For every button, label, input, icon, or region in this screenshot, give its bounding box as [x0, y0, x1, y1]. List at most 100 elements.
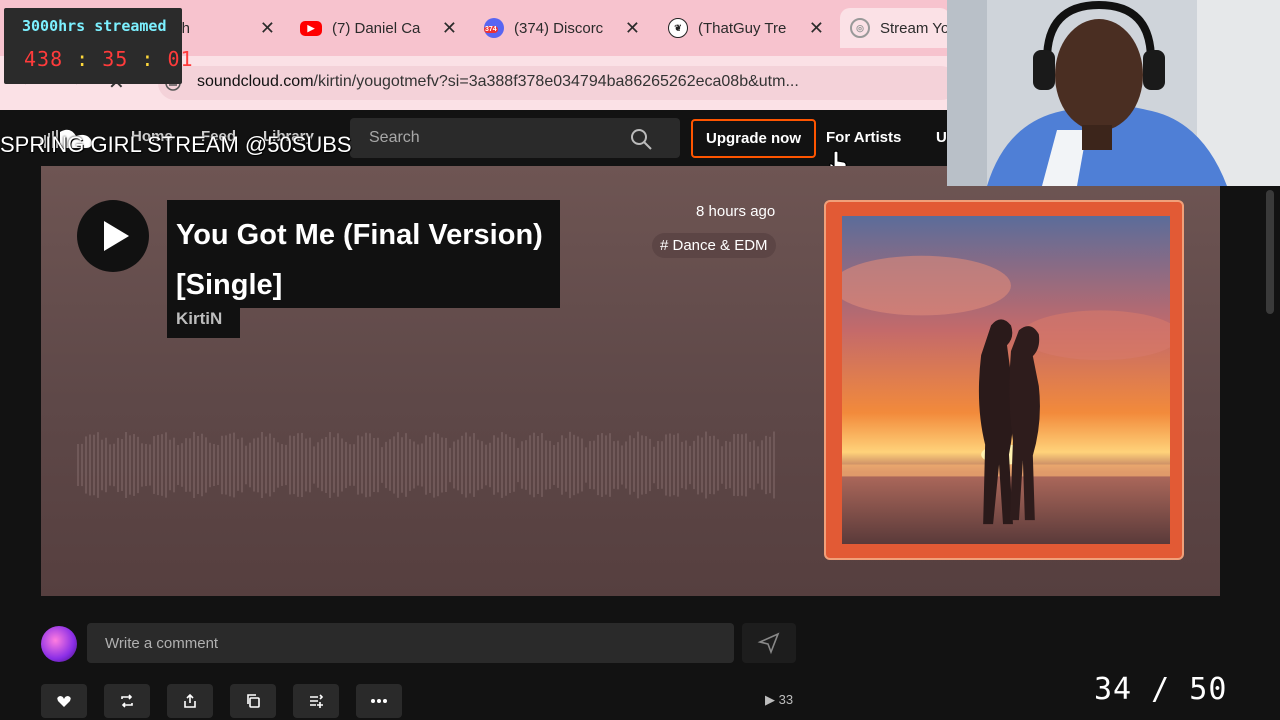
waveform-bar [525, 440, 527, 490]
waveform-bar [177, 445, 179, 485]
waveform-bar [329, 432, 331, 498]
sub-goal-progress: 34 / 50 [1094, 672, 1228, 707]
close-icon[interactable]: ✕ [625, 18, 640, 39]
waveform-bar [681, 441, 683, 489]
waveform-bar [401, 437, 403, 493]
waveform-bar [409, 439, 411, 491]
waveform-bar [405, 433, 407, 497]
waveform-bar [585, 447, 587, 483]
waveform-bar [533, 432, 535, 498]
tab-discord[interactable]: 374 (374) Discorc ✕ [484, 8, 640, 48]
waveform-bar [113, 443, 115, 487]
waveform-bar [693, 440, 695, 490]
upgrade-button[interactable]: Upgrade now [691, 119, 816, 158]
waveform-bar [617, 440, 619, 490]
waveform-bar [557, 442, 559, 488]
waveform-bar [161, 434, 163, 496]
tab-thatguy[interactable]: ❦ (ThatGuy Tre ✕ [668, 8, 824, 48]
waveform-bar [233, 432, 235, 498]
waveform-bar [109, 444, 111, 486]
scrollbar[interactable] [1266, 190, 1274, 314]
copy-icon [247, 694, 260, 708]
waveform-bar [421, 443, 423, 487]
timer-title: 3000hrs streamed [22, 17, 167, 35]
stream-title-overlay: SPRING GIRL STREAM @50SUBS [0, 132, 352, 157]
close-icon[interactable]: ✕ [260, 18, 275, 39]
waveform-bar [97, 432, 99, 498]
waveform-bar [753, 440, 755, 490]
add-to-playlist-button[interactable] [293, 684, 339, 718]
waveform-bar [149, 444, 151, 486]
waveform-bar [493, 435, 495, 495]
waveform-bar [625, 441, 627, 489]
waveform-bar [225, 435, 227, 495]
waveform-bar [413, 441, 415, 489]
repost-icon [121, 694, 133, 708]
like-button[interactable] [41, 684, 87, 718]
waveform-bar [301, 432, 303, 498]
avatar[interactable] [41, 626, 77, 662]
discord-badge: 374 [484, 26, 498, 33]
waveform-bar [273, 437, 275, 493]
waveform-bar [509, 436, 511, 494]
waveform-bar [333, 437, 335, 493]
repost-button[interactable] [104, 684, 150, 718]
waveform-bar [165, 432, 167, 498]
cover-art-image[interactable] [842, 216, 1170, 544]
more-button[interactable] [356, 684, 402, 718]
comment-input[interactable] [87, 623, 734, 663]
waveform[interactable] [77, 410, 777, 520]
waveform-bar [633, 438, 635, 492]
close-icon[interactable]: ✕ [809, 18, 824, 39]
screen: tch ✕ ▶ (7) Daniel Ca ✕ 374 (374) Discor… [0, 0, 1280, 720]
copy-link-button[interactable] [230, 684, 276, 718]
waveform-bar [597, 434, 599, 496]
waveform-bar [605, 435, 607, 495]
waveform-bar [185, 438, 187, 492]
waveform-bar [453, 441, 455, 489]
genre-tag[interactable]: # Dance & EDM [652, 233, 776, 258]
tab-label: Stream Yo [880, 19, 950, 37]
timer-sep: : [76, 47, 90, 71]
waveform-bar [545, 440, 547, 490]
waveform-bar [553, 445, 555, 485]
url-host: soundcloud.com [197, 73, 314, 90]
artist-name[interactable]: KirtiN [176, 309, 222, 329]
waveform-bar [173, 437, 175, 493]
waveform-bar [313, 446, 315, 484]
waveform-bar [441, 437, 443, 493]
send-comment-button[interactable] [742, 623, 796, 663]
waveform-bar [169, 439, 171, 491]
waveform-bar [505, 434, 507, 496]
discord-icon: 374 [484, 18, 504, 38]
waveform-bar [541, 433, 543, 497]
waveform-bar [221, 435, 223, 495]
waveform-bar [317, 442, 319, 488]
upload-link[interactable]: U [936, 129, 947, 146]
waveform-bar [305, 438, 307, 492]
waveform-bar [637, 431, 639, 499]
tab-youtube[interactable]: ▶ (7) Daniel Ca ✕ [300, 8, 457, 48]
waveform-bar [473, 433, 475, 497]
leaf-icon: ❦ [668, 18, 688, 38]
waveform-bar [497, 437, 499, 493]
waveform-bar [289, 435, 291, 495]
close-icon[interactable]: ✕ [442, 18, 457, 39]
waveform-bar [773, 431, 775, 499]
tab-stream-active[interactable]: ◎ Stream Yo [840, 8, 950, 48]
waveform-bar [325, 437, 327, 493]
waveform-bar [389, 439, 391, 491]
waveform-bar [705, 431, 707, 499]
share-button[interactable] [167, 684, 213, 718]
waveform-bar [285, 444, 287, 486]
waveform-bar [261, 431, 263, 499]
waveform-bar [197, 435, 199, 495]
waveform-bar [201, 433, 203, 497]
for-artists-link[interactable]: For Artists [826, 129, 901, 146]
search-icon[interactable] [629, 127, 653, 151]
waveform-bar [477, 439, 479, 491]
waveform-bar [677, 433, 679, 497]
waveform-bar [425, 435, 427, 495]
waveform-bar [357, 435, 359, 495]
waveform-bar [489, 442, 491, 488]
